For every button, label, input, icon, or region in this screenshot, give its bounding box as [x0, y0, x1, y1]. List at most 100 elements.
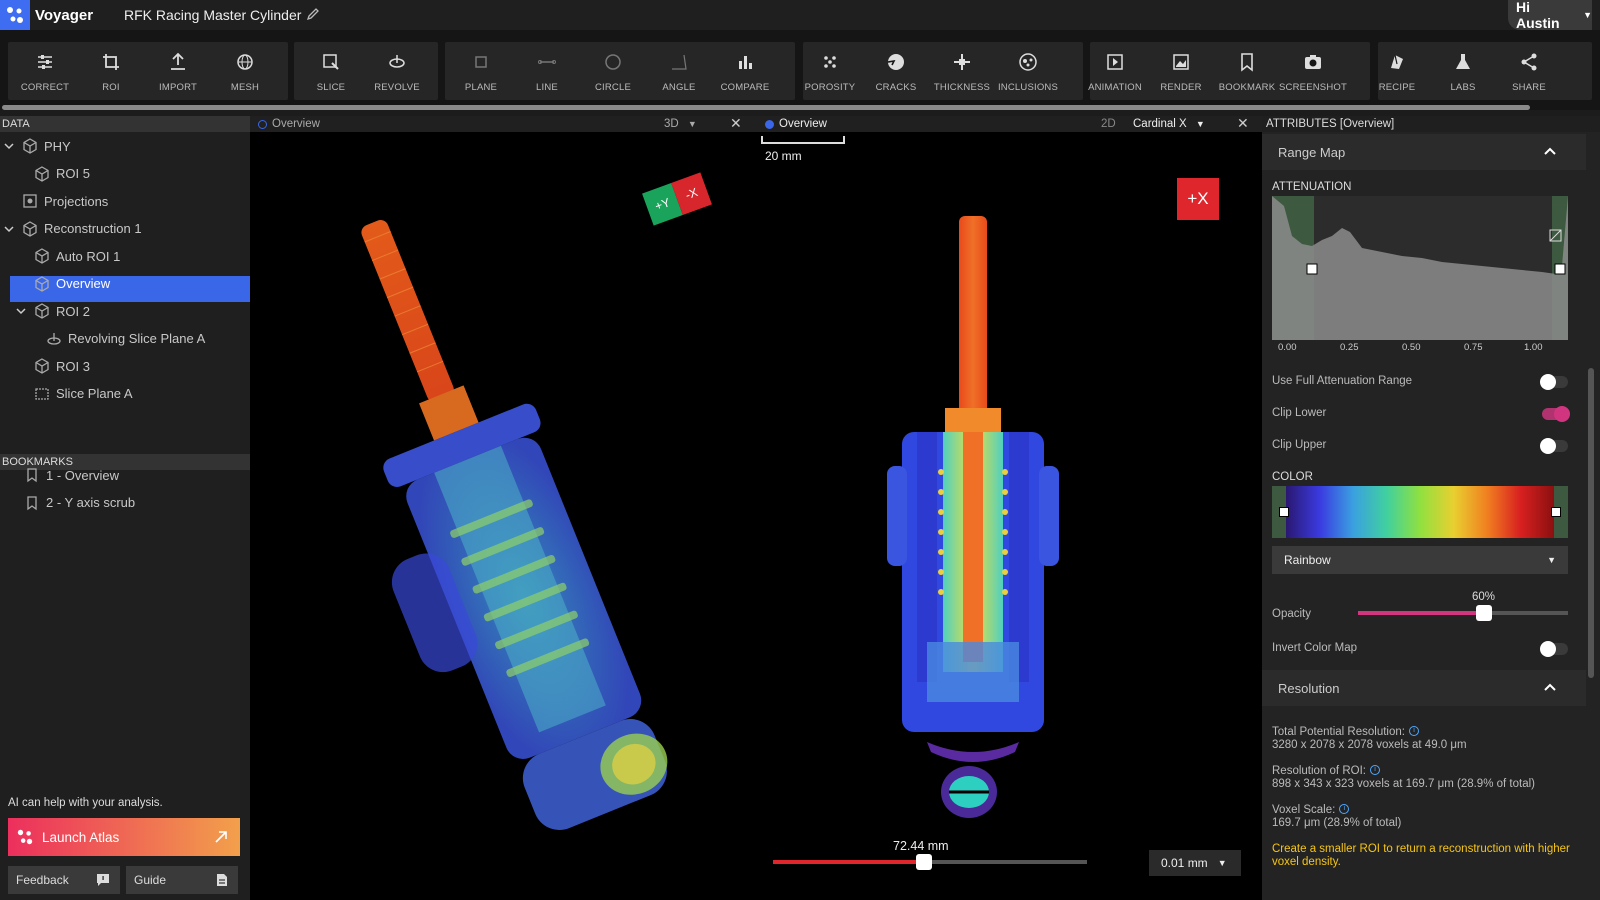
chevron-down-icon[interactable]: [16, 306, 26, 316]
view-mode-label: 2D: [1101, 118, 1116, 130]
slice-slider[interactable]: [773, 854, 1087, 870]
chevron-down-icon[interactable]: [4, 141, 14, 151]
plane-icon: [471, 52, 491, 72]
step-select[interactable]: 0.01 mm ▼: [1149, 850, 1241, 876]
chevron-down-icon[interactable]: [4, 224, 14, 234]
toolbar-button-animation[interactable]: ANIMATION: [1082, 42, 1148, 100]
tree-item[interactable]: Overview: [34, 271, 110, 297]
toolbar-button-bookmark[interactable]: BOOKMARK: [1214, 42, 1280, 100]
tree-item[interactable]: Projections: [22, 188, 108, 214]
viewport-active-icon: [765, 120, 774, 129]
toolbar-button-thickness[interactable]: THICKNESS: [929, 42, 995, 100]
toolbar-button-line[interactable]: LINE: [514, 42, 580, 100]
voxel-scale-value: 169.7 μm (28.9% of total): [1272, 817, 1402, 829]
toolbar-button-compare[interactable]: COMPARE: [712, 42, 778, 100]
toolbar-button-cracks[interactable]: CRACKS: [863, 42, 929, 100]
hist-tick: 0.50: [1402, 342, 1421, 353]
view-mode-value: 3D: [664, 118, 679, 130]
camera-icon: [1303, 52, 1323, 72]
tree-item[interactable]: Auto ROI 1: [34, 243, 120, 269]
tree-item[interactable]: Revolving Slice Plane A: [46, 326, 205, 352]
axis-select[interactable]: Cardinal X ▼: [1133, 116, 1205, 132]
slice-slider-fill: [773, 860, 924, 864]
resolution-section[interactable]: Resolution: [1262, 670, 1586, 706]
volume-render-3d[interactable]: [250, 132, 757, 900]
launch-atlas-button[interactable]: Launch Atlas: [8, 818, 240, 856]
info-icon[interactable]: i: [1339, 804, 1350, 814]
toolbar-button-slice[interactable]: SLICE: [298, 42, 364, 100]
colormap-high-handle[interactable]: [1551, 507, 1561, 517]
guide-button[interactable]: Guide: [126, 866, 238, 894]
chevron-down-icon: ▼: [687, 119, 697, 129]
range-map-section[interactable]: Range Map: [1262, 134, 1586, 170]
toolbar-button-circle[interactable]: CIRCLE: [580, 42, 646, 100]
resolution-title: Resolution: [1278, 681, 1340, 696]
cube-icon: [34, 165, 50, 182]
attributes-scrollbar[interactable]: [1588, 368, 1594, 678]
info-icon[interactable]: i: [1369, 765, 1380, 775]
colormap-low-handle[interactable]: [1279, 507, 1289, 517]
toolbar-button-labs[interactable]: LABS: [1430, 42, 1496, 100]
toolbar-button-revolve[interactable]: REVOLVE: [364, 42, 430, 100]
close-icon[interactable]: ✕: [730, 115, 742, 131]
opacity-label: Opacity: [1272, 608, 1311, 620]
toolbar-button-roi[interactable]: ROI: [78, 42, 144, 100]
toolbar-button-mesh[interactable]: MESH: [212, 42, 278, 100]
toolbar-button-angle[interactable]: ANGLE: [646, 42, 712, 100]
slice-image-2d[interactable]: [757, 132, 1262, 832]
cube-icon: [34, 358, 50, 374]
tree-item[interactable]: ROI 2: [16, 298, 90, 324]
info-icon[interactable]: i: [1408, 726, 1419, 736]
tree-item-label: ROI 2: [56, 303, 90, 319]
pencil-icon[interactable]: [306, 6, 320, 22]
invert-color-map-toggle[interactable]: [1540, 641, 1568, 657]
viewport-3d-header: Overview 3D ▼ ✕: [250, 115, 757, 132]
toolbar-button-share[interactable]: SHARE: [1496, 42, 1562, 100]
inclusions-icon: [1018, 52, 1038, 72]
opacity-slider-handle[interactable]: [1476, 605, 1492, 621]
tree-item[interactable]: PHY: [4, 133, 71, 159]
viewport-3d[interactable]: Overview 3D ▼ ✕ +Y -X: [250, 115, 757, 900]
tree-item[interactable]: ROI 5: [34, 161, 90, 187]
toolbar-button-correct[interactable]: CORRECT: [12, 42, 78, 100]
flask-icon: [1453, 52, 1473, 72]
toolbar-button-label: POROSITY: [804, 82, 856, 93]
attenuation-histogram[interactable]: [1272, 196, 1568, 356]
colormap-select[interactable]: Rainbow ▼: [1272, 546, 1568, 574]
toolbar-button-screenshot[interactable]: SCREENSHOT: [1279, 42, 1347, 100]
use-full-range-toggle[interactable]: [1540, 374, 1568, 390]
total-res-value: 3280 x 2078 x 2078 voxels at 49.0 μm: [1272, 739, 1467, 751]
toolbar-button-plane[interactable]: PLANE: [448, 42, 514, 100]
tree-item[interactable]: Reconstruction 1: [4, 216, 142, 242]
voyager-logo-icon[interactable]: [0, 0, 30, 30]
slice-plane-icon: [34, 386, 50, 402]
thickness-icon: [952, 52, 972, 72]
toolbar-button-render[interactable]: RENDER: [1148, 42, 1214, 100]
tree-item[interactable]: ROI 3: [34, 353, 90, 379]
close-icon[interactable]: ✕: [1237, 115, 1249, 131]
clip-lower-toggle[interactable]: [1542, 406, 1570, 422]
feedback-button[interactable]: Feedback: [8, 866, 120, 894]
toolbar-button-import[interactable]: IMPORT: [145, 42, 211, 100]
recipe-icon: [1387, 52, 1407, 72]
bookmark-item[interactable]: 1 - Overview: [24, 462, 119, 488]
toolbar-button-label: CIRCLE: [594, 82, 632, 93]
view-mode-select[interactable]: 3D ▼: [664, 116, 697, 132]
roi-res-label: Resolution of ROI:: [1272, 765, 1366, 777]
toolbar-button-inclusions[interactable]: INCLUSIONS: [995, 42, 1061, 100]
viewport-3d-title: Overview: [272, 118, 320, 130]
user-menu-button[interactable]: Hi Austin ▼: [1508, 0, 1592, 31]
colormap-editor[interactable]: [1272, 486, 1568, 538]
clip-upper-toggle[interactable]: [1540, 438, 1568, 454]
tree-item[interactable]: Slice Plane A: [34, 381, 133, 407]
revolve-plane-icon: [46, 331, 62, 347]
viewport-2d[interactable]: Overview 2D Cardinal X ▼ ✕ 20 mm +X 72.4…: [757, 115, 1262, 900]
toolbar-button-porosity[interactable]: POROSITY: [797, 42, 863, 100]
slice-slider-handle[interactable]: [915, 854, 932, 870]
toolbar-button-recipe[interactable]: RECIPE: [1364, 42, 1430, 100]
bookmark-item[interactable]: 2 - Y axis scrub: [24, 490, 135, 516]
porosity-icon: [820, 52, 840, 72]
opacity-slider[interactable]: [1358, 605, 1568, 621]
toolbar-button-label: RECIPE: [1378, 82, 1416, 93]
toolbar-scrollbar[interactable]: [2, 105, 1530, 110]
